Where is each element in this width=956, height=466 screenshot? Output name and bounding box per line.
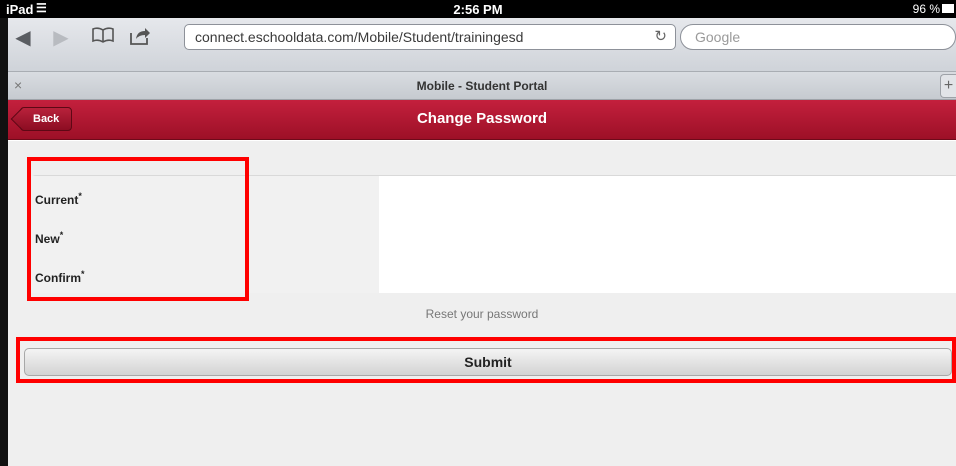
browser-toolbar: ◀ ▶ connect.eschooldata.com/Mobile/Stude… (8, 18, 956, 72)
new-password-field[interactable] (379, 215, 956, 254)
highlight-box-submit (16, 337, 956, 383)
tab-bar: × Mobile - Student Portal + (8, 72, 956, 100)
tab-title[interactable]: Mobile - Student Portal (8, 79, 956, 93)
highlight-box-labels (27, 157, 249, 301)
page-title: Change Password (416, 110, 548, 127)
app-header: Back Change Password (8, 100, 956, 140)
status-time: 2:56 PM (453, 2, 503, 17)
browser-forward-icon[interactable]: ▶ (50, 26, 72, 50)
status-bar: iPad ☰ 2:56 PM 96 % (0, 0, 956, 18)
battery-icon (942, 4, 954, 13)
reload-icon[interactable]: ↻ (654, 25, 667, 49)
reset-hint: Reset your password (425, 307, 539, 321)
confirm-password-field[interactable] (379, 254, 956, 293)
search-input[interactable]: Google (680, 24, 956, 50)
new-tab-icon[interactable]: + (940, 74, 956, 98)
share-icon[interactable] (128, 26, 152, 50)
url-text: connect.eschooldata.com/Mobile/Student/t… (195, 29, 524, 45)
current-password-field[interactable] (379, 176, 956, 215)
battery-percent: 96 % (912, 2, 940, 16)
browser-back-icon[interactable]: ◀ (12, 26, 34, 50)
address-bar[interactable]: connect.eschooldata.com/Mobile/Student/t… (184, 24, 676, 50)
bookmarks-icon[interactable] (90, 26, 116, 50)
